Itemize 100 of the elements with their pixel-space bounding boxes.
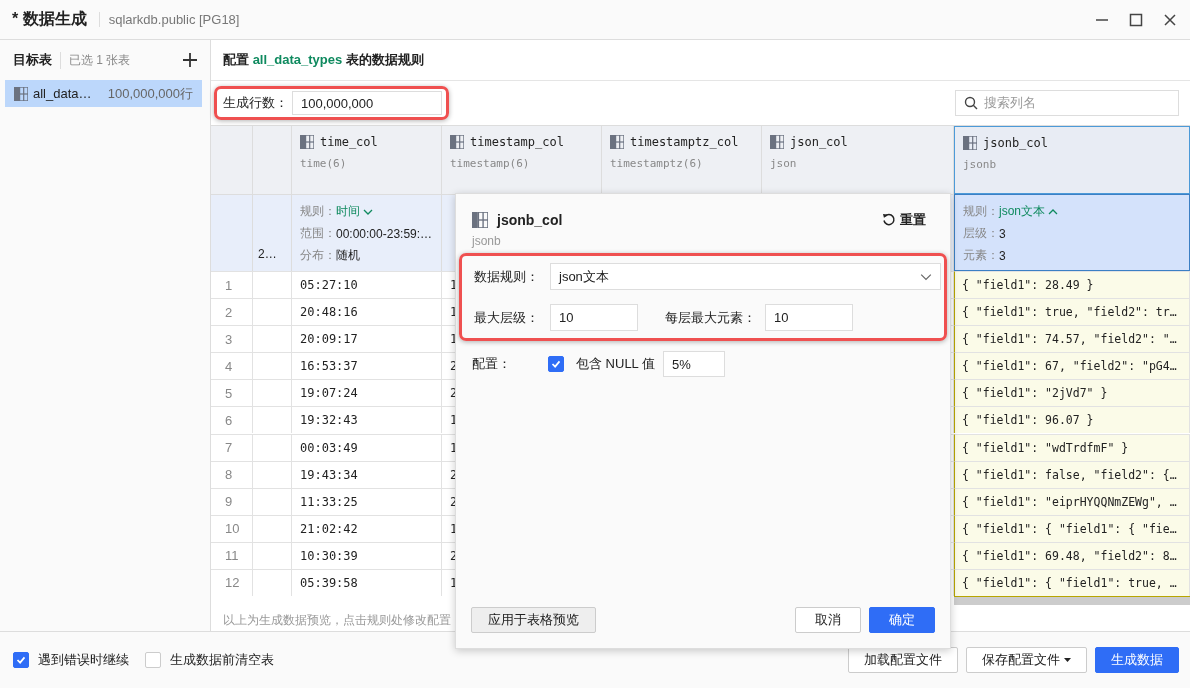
table-cell: 11:33:25 bbox=[292, 487, 442, 515]
apply-preview-button[interactable]: 应用于表格预览 bbox=[471, 607, 596, 633]
caret-icon bbox=[1064, 658, 1071, 662]
sidebar-title: 目标表 bbox=[13, 51, 52, 69]
column-header[interactable]: timestamptz_col timestamptz(6) bbox=[602, 126, 762, 194]
column-header[interactable]: json_col json bbox=[762, 126, 954, 194]
table-cell: 19:07:24 bbox=[292, 379, 442, 407]
row-number: 5 bbox=[211, 379, 253, 407]
table-cell: 05:39:58 bbox=[292, 568, 442, 596]
table-icon bbox=[770, 135, 784, 149]
table-cell: { "field1": { "field1": true, … bbox=[954, 568, 1190, 596]
scrollbar[interactable] bbox=[954, 595, 1190, 605]
max-elements-field[interactable]: 10 bbox=[765, 304, 853, 331]
rule-cell[interactable]: 规则：时间 范围：00:00:00-23:59:… 分布：随机 bbox=[292, 194, 442, 272]
checkbox[interactable] bbox=[13, 652, 29, 668]
row-number: 4 bbox=[211, 352, 253, 380]
table-cell: 16:53:37 bbox=[292, 352, 442, 380]
rule-label: 元素： bbox=[963, 247, 999, 265]
table-cell bbox=[253, 379, 292, 407]
null-percent-field[interactable]: 5% bbox=[663, 351, 725, 377]
column-type: timestamp(6) bbox=[450, 157, 531, 170]
rule-cell[interactable]: 规则：json文本 层级：3 元素：3 bbox=[954, 194, 1190, 272]
table-cell: { "field1": false, "field2": {… bbox=[954, 460, 1190, 488]
config-heading: 配置 all_data_types 表的数据规则 bbox=[223, 51, 424, 69]
checkbox[interactable] bbox=[548, 356, 564, 372]
row-count-field[interactable]: 100,000,000 bbox=[292, 91, 442, 115]
reset-icon bbox=[882, 213, 896, 227]
load-config-button[interactable]: 加载配置文件 bbox=[848, 647, 958, 673]
selected-count: 已选 1 张表 bbox=[60, 51, 131, 69]
column-name: timestamptz_col bbox=[630, 135, 739, 149]
table-icon bbox=[300, 135, 314, 149]
table-cell: { "field1": "2jVd7" } bbox=[954, 379, 1190, 407]
field-label: 每层最大元素： bbox=[665, 308, 757, 327]
checkbox[interactable] bbox=[145, 652, 161, 668]
row-number: 7 bbox=[211, 433, 253, 461]
rule-value: 3 bbox=[999, 226, 1006, 241]
table-cell: 20:48:16 bbox=[292, 298, 442, 326]
rule-value: 00:00:00-23:59:… bbox=[336, 226, 433, 241]
rule-label: 分布： bbox=[300, 247, 336, 265]
table-cell: 05:27:10 bbox=[292, 271, 442, 299]
column-type: json bbox=[770, 157, 798, 170]
table-icon bbox=[610, 135, 624, 149]
column-header[interactable]: jsonb_col jsonb bbox=[954, 126, 1190, 194]
table-icon bbox=[14, 86, 28, 101]
field-label: 最大层级： bbox=[474, 308, 540, 327]
table-cell: { "field1": true, "field2": tr… bbox=[954, 298, 1190, 326]
table-cell bbox=[253, 298, 292, 326]
add-icon[interactable] bbox=[182, 52, 198, 68]
table-list-item[interactable]: all_data… 100,000,000行 bbox=[5, 80, 202, 107]
table-cell: 19:43:34 bbox=[292, 460, 442, 488]
rule-value: 随机 bbox=[336, 247, 360, 265]
rule-label: 层级： bbox=[963, 225, 999, 243]
cancel-button[interactable]: 取消 bbox=[795, 607, 861, 633]
table-icon bbox=[472, 212, 488, 228]
option-label: 遇到错误时继续 bbox=[38, 651, 129, 669]
max-depth-field[interactable]: 10 bbox=[550, 304, 638, 331]
popup-type: jsonb bbox=[471, 234, 502, 248]
column-header[interactable]: time_col time(6) bbox=[292, 126, 442, 194]
table-cell: 21:02:42 bbox=[292, 514, 442, 542]
table-cell bbox=[253, 541, 292, 569]
ok-button[interactable]: 确定 bbox=[869, 607, 935, 633]
row-number: 9 bbox=[211, 487, 253, 515]
table-icon bbox=[450, 135, 464, 149]
rule-select[interactable]: json文本 bbox=[550, 263, 941, 290]
window-title: * 数据生成 bbox=[12, 9, 87, 29]
column-type: jsonb bbox=[963, 158, 998, 171]
row-number: 10 bbox=[211, 514, 253, 542]
column-name: time_col bbox=[320, 135, 378, 149]
rule-label: 范围： bbox=[300, 225, 336, 243]
row-number: 12 bbox=[211, 568, 253, 596]
column-name: timestamp_col bbox=[470, 135, 564, 149]
row-number: 8 bbox=[211, 460, 253, 488]
close-icon[interactable] bbox=[1162, 11, 1178, 28]
reset-button[interactable]: 重置 bbox=[873, 210, 935, 230]
save-config-button[interactable]: 保存配置文件 bbox=[966, 647, 1087, 673]
table-cell bbox=[253, 460, 292, 488]
generate-button[interactable]: 生成数据 bbox=[1095, 647, 1179, 673]
table-cell bbox=[253, 406, 292, 434]
column-name: json_col bbox=[790, 135, 848, 149]
table-cell: { "field1": 67, "field2": "pG4… bbox=[954, 352, 1190, 380]
preview-hint: 以上为生成数据预览，点击规则处修改配置 bbox=[223, 612, 451, 629]
table-cell: { "field1": 96.07 } bbox=[954, 406, 1190, 434]
table-cell bbox=[253, 514, 292, 542]
row-number: 2 bbox=[211, 298, 253, 326]
rule-dropdown[interactable]: 时间 bbox=[336, 203, 360, 221]
row-number: 1 bbox=[211, 271, 253, 299]
column-type: timestamptz(6) bbox=[610, 157, 704, 170]
column-header[interactable]: timestamp_col timestamp(6) bbox=[442, 126, 602, 194]
table-cell: { "field1": "eiprHYQQNmZEWg", … bbox=[954, 487, 1190, 515]
table-cell: 00:03:49 bbox=[292, 433, 442, 461]
table-cell: { "field1": 74.57, "field2": "… bbox=[954, 325, 1190, 353]
table-cell bbox=[253, 433, 292, 461]
table-cell bbox=[253, 352, 292, 380]
table-cell: { "field1": "wdTrdfmF" } bbox=[954, 433, 1190, 461]
connection-label: sqlarkdb.public [PG18] bbox=[98, 12, 240, 27]
row-count-label: 生成行数： bbox=[223, 94, 288, 112]
table-cell: { "field1": 69.48, "field2": 8… bbox=[954, 541, 1190, 569]
column-type: time(6) bbox=[300, 157, 348, 170]
row-number: 3 bbox=[211, 325, 253, 353]
maximize-icon[interactable] bbox=[1128, 11, 1144, 28]
